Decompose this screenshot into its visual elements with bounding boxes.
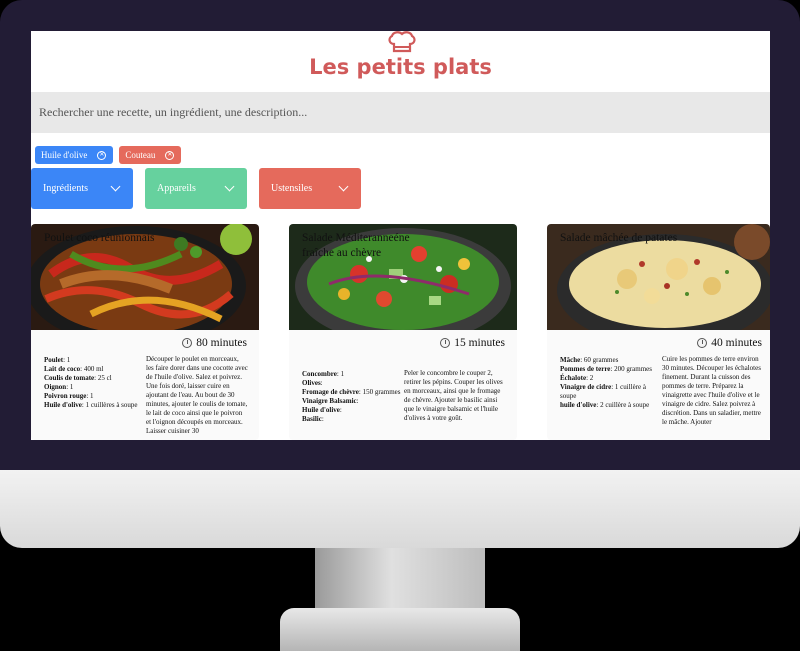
recipe-card[interactable]: Salade mâchée de patates 40 minutes Mâch… bbox=[547, 224, 770, 440]
ingredient-item: Basilic: bbox=[302, 415, 324, 423]
logo[interactable]: Les petits plats bbox=[31, 31, 770, 91]
ingredients-list: Mâche: 60 grammes Pommes de terre: 200 g… bbox=[560, 356, 660, 410]
monitor-base bbox=[280, 608, 520, 651]
filter-label: Ingrédients bbox=[43, 183, 88, 194]
ingredient-item: Coulis de tomate: 25 cl bbox=[44, 374, 112, 382]
tag-label: Couteau bbox=[125, 150, 156, 160]
clock-icon bbox=[697, 338, 708, 348]
remove-tag-icon[interactable]: ✕ bbox=[165, 150, 175, 160]
screen: Les petits plats Huile d'olive ✕ Couteau… bbox=[31, 31, 770, 440]
ingredient-item: huile d'olive: 2 cuillère à soupe bbox=[560, 401, 650, 409]
remove-tag-icon[interactable]: ✕ bbox=[97, 150, 107, 160]
chef-hat-icon bbox=[388, 31, 416, 53]
ingredient-item: Poivron rouge: 1 bbox=[44, 392, 94, 400]
filter-ustensiles-dropdown[interactable]: Ustensiles bbox=[259, 168, 361, 209]
ingredients-list: Concombre: 1 Olives: Fromage de chèvre: … bbox=[302, 370, 402, 424]
clock-icon bbox=[440, 338, 451, 348]
recipe-card[interactable]: Salade Méditeranneéne fraîche au chèvre … bbox=[289, 224, 517, 440]
ingredient-item: Échalote: 2 bbox=[560, 374, 594, 382]
ingredient-item: Mâche: 60 grammes bbox=[560, 356, 619, 364]
search-input[interactable] bbox=[39, 105, 770, 120]
recipe-time-value: 15 minutes bbox=[454, 337, 505, 349]
tag-label: Huile d'olive bbox=[41, 150, 88, 160]
ingredient-item: Concombre: 1 bbox=[302, 370, 345, 378]
chevron-down-icon bbox=[338, 181, 349, 192]
ingredient-item: Huile d'olive: bbox=[302, 406, 342, 414]
monitor-stand bbox=[315, 548, 485, 612]
recipe-title: Poulet coco réunionnais bbox=[44, 232, 155, 244]
ingredients-list: Poulet: 1 Lait de coco: 400 ml Coulis de… bbox=[44, 356, 144, 410]
ingredient-item: Pommes de terre: 200 grammes bbox=[560, 365, 653, 373]
filter-ingredients-dropdown[interactable]: Ingrédients bbox=[31, 168, 133, 209]
tag-huile-olive[interactable]: Huile d'olive ✕ bbox=[35, 146, 114, 164]
site-title: Les petits plats bbox=[309, 55, 492, 79]
recipe-time: 40 minutes bbox=[697, 337, 762, 349]
tag-couteau[interactable]: Couteau ✕ bbox=[119, 146, 182, 164]
filter-label: Appareils bbox=[157, 183, 196, 194]
recipe-time: 15 minutes bbox=[440, 337, 505, 349]
recipe-card[interactable]: Poulet coco réunionnais 80 minutes Poule… bbox=[31, 224, 259, 440]
recipe-title: Salade mâchée de patates bbox=[560, 232, 678, 244]
recipe-grid: Poulet coco réunionnais 80 minutes Poule… bbox=[31, 224, 770, 440]
ingredient-item: Lait de coco: 400 ml bbox=[44, 365, 104, 373]
chevron-down-icon bbox=[224, 181, 235, 192]
recipe-time: 80 minutes bbox=[182, 337, 247, 349]
ingredient-item: Vinaigre de cidre: 1 cuillère à soupe bbox=[560, 383, 646, 400]
clock-icon bbox=[182, 338, 193, 348]
recipe-description: Cuire les pommes de terre environ 30 min… bbox=[662, 355, 761, 426]
ingredient-item: Vinaigre Balsamic: bbox=[302, 397, 359, 405]
recipe-title: Salade Méditeranneéne fraîche au chèvre bbox=[302, 232, 410, 259]
ingredient-item: Poulet: 1 bbox=[44, 356, 71, 364]
filter-label: Ustensiles bbox=[271, 183, 313, 194]
monitor-chin bbox=[0, 470, 800, 548]
selected-tags: Huile d'olive ✕ Couteau ✕ bbox=[35, 146, 182, 164]
ingredient-item: Huile d'olive: 1 cuillères à soupe bbox=[44, 401, 138, 409]
ingredient-item: Fromage de chèvre: 150 grammes bbox=[302, 388, 401, 396]
filter-bar: Ingrédients Appareils Ustensiles bbox=[31, 168, 361, 209]
recipe-time-value: 40 minutes bbox=[711, 337, 762, 349]
recipe-time-value: 80 minutes bbox=[196, 337, 247, 349]
search-bar bbox=[31, 92, 770, 133]
chevron-down-icon bbox=[110, 181, 121, 192]
filter-appareils-dropdown[interactable]: Appareils bbox=[145, 168, 247, 209]
ingredient-item: Olives: bbox=[302, 379, 323, 387]
recipe-description: Découper le poulet en morceaux, les fair… bbox=[146, 355, 248, 435]
recipe-description: Peler le concombre le couper 2, retirer … bbox=[404, 369, 503, 422]
ingredient-item: Oignon: 1 bbox=[44, 383, 74, 391]
